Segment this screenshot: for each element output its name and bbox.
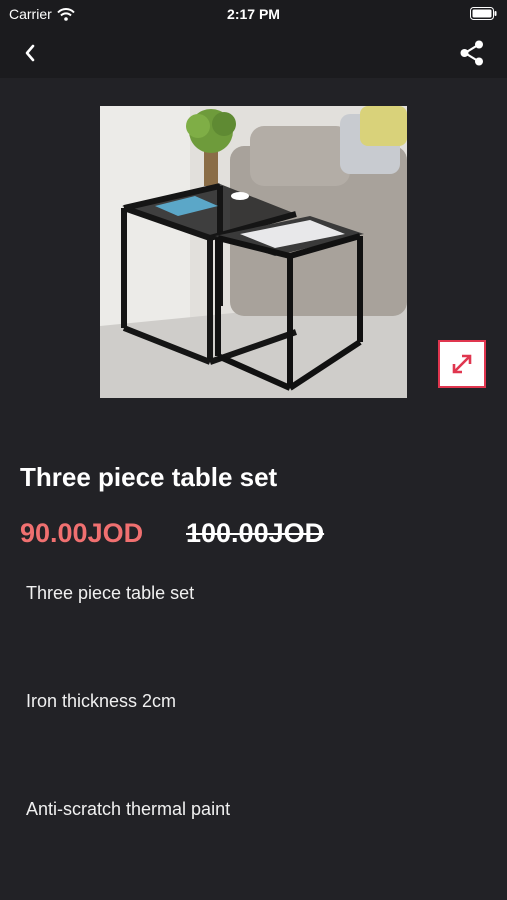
expand-arrows-icon (452, 354, 472, 374)
expand-image-button[interactable] (438, 340, 486, 388)
description-line: Three piece table set (26, 583, 195, 603)
battery-icon (470, 7, 497, 20)
product-image[interactable] (100, 106, 407, 398)
product-photo (100, 106, 407, 398)
product-old-price: 100.00JOD (186, 518, 325, 548)
product-price: 90.00JOD (20, 518, 144, 548)
product-title: Three piece table set (20, 462, 278, 492)
navigation-bar (0, 28, 507, 78)
description-line: Iron thickness 2cm (26, 691, 177, 711)
share-icon[interactable] (457, 38, 487, 68)
status-time: 2:17 PM (227, 6, 280, 22)
description-line: Anti-scratch thermal paint (26, 799, 231, 819)
chevron-left-icon[interactable] (18, 40, 44, 66)
status-bar: Carrier 2:17 PM (0, 0, 507, 28)
